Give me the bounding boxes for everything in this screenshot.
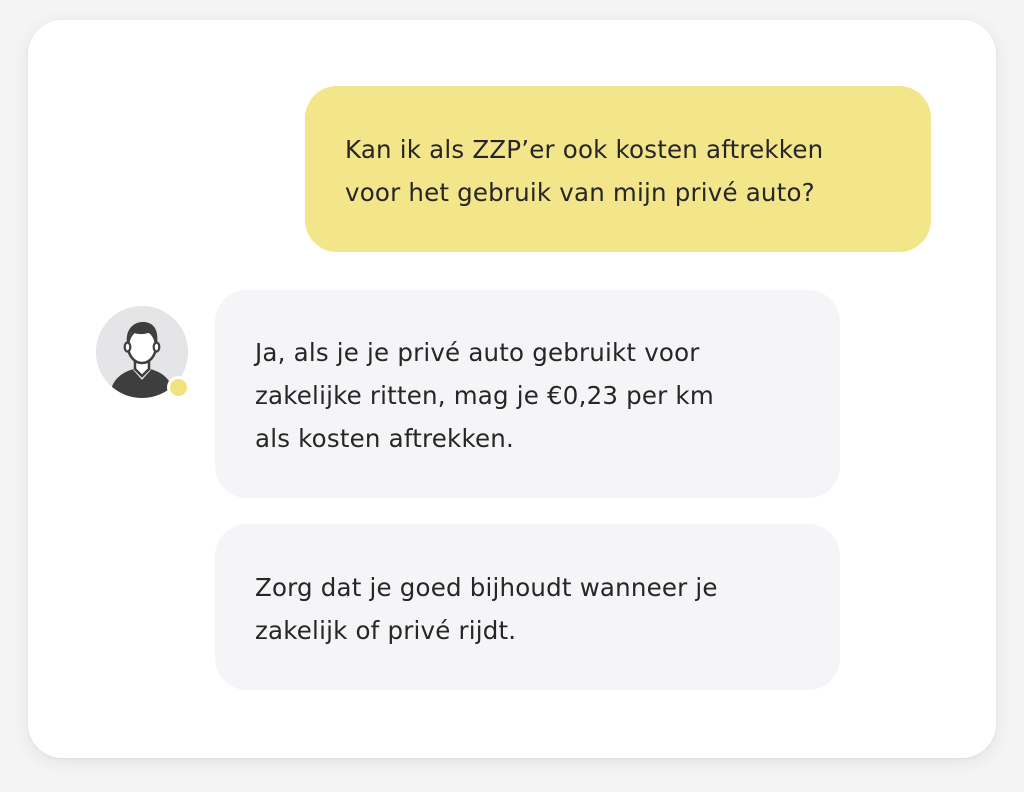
user-message-bubble: Kan ik als ZZP’er ook kosten aftrekken v… [305,86,931,252]
assistant-avatar [96,306,190,399]
assistant-message-bubble: Ja, als je je privé auto gebruikt voor z… [215,290,840,498]
user-message-line: Kan ik als ZZP’er ook kosten aftrekken [345,135,824,164]
assistant-message-line: Zorg dat je goed bijhoudt wanneer je [255,573,718,602]
online-status-dot [167,376,190,399]
assistant-message-line: zakelijk of privé rijdt. [255,616,517,645]
chat-card: Kan ik als ZZP’er ook kosten aftrekken v… [28,20,996,758]
user-message-line: voor het gebruik van mijn privé auto? [345,178,815,207]
assistant-message-bubble: Zorg dat je goed bijhoudt wanneer je zak… [215,524,840,690]
assistant-message-line: als kosten aftrekken. [255,424,514,453]
assistant-message-line: zakelijke ritten, mag je €0,23 per km [255,381,714,410]
assistant-message-line: Ja, als je je privé auto gebruikt voor [255,338,700,367]
